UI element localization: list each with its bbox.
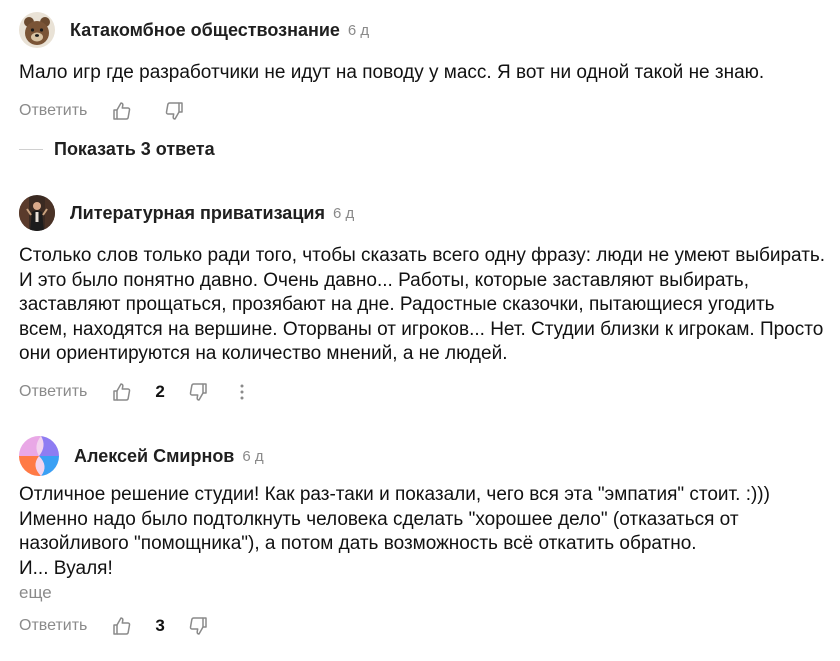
comment-text-line: И... Вуаля! [19, 557, 113, 579]
reply-button[interactable]: Ответить [19, 102, 87, 120]
comment-actions: Ответить 3 [19, 613, 826, 639]
like-count: 3 [155, 616, 165, 635]
comment-3: Алексей Смирнов 6 д Отличное решение сту… [19, 436, 826, 639]
divider [19, 148, 43, 150]
comment-actions: Ответить 2 [19, 379, 826, 405]
show-replies: Показать 3 ответа [19, 137, 215, 161]
like-count: 2 [155, 381, 165, 401]
abstract-shapes-avatar-icon[interactable] [19, 436, 59, 476]
comment-text: Отличное решение студии! Как раз-таки и … [19, 483, 826, 581]
comment-actions: Ответить [19, 98, 826, 124]
comment-time: 6 д [332, 204, 355, 222]
comment-text-line: Отличное решение студии! Как раз-таки и … [19, 484, 770, 505]
author-name[interactable]: Катакомбное обществознание [70, 20, 340, 41]
comment-header: Катакомбное обществознание 6 д [19, 12, 826, 48]
comment-2: Литературная приватизация 6 д Столько сл… [19, 195, 826, 405]
person-photo-avatar-icon[interactable] [19, 195, 55, 231]
reply-button[interactable]: Ответить [19, 383, 87, 401]
like-icon[interactable] [111, 100, 133, 122]
dislike-icon[interactable] [163, 100, 185, 122]
comment-1: Катакомбное обществознание 6 д Мало игр … [19, 12, 826, 124]
author-name[interactable]: Алексей Смирнов [74, 446, 234, 467]
bear-avatar-icon[interactable] [19, 12, 55, 48]
reply-button[interactable]: Ответить [19, 617, 87, 635]
comment-time: 6 д [347, 21, 370, 39]
comment-time: 6 д [242, 447, 264, 465]
dislike-icon[interactable] [187, 381, 209, 403]
show-more-link[interactable]: еще [19, 583, 826, 603]
show-replies-button[interactable]: Показать 3 ответа [54, 139, 215, 160]
more-options-icon[interactable] [235, 381, 249, 403]
comment-header: Литературная приватизация 6 д [19, 195, 826, 231]
like-icon[interactable] [111, 615, 133, 637]
author-name[interactable]: Литературная приватизация [70, 203, 325, 224]
comment-text-line: Именно надо было подтолкнуть человека сд… [19, 508, 739, 555]
comment-text: Столько слов только ради того, чтобы ска… [19, 245, 826, 364]
comment-text: Мало игр где разработчики не идут на пов… [19, 62, 765, 83]
comment-header: Алексей Смирнов 6 д [19, 436, 826, 476]
like-icon[interactable] [111, 381, 133, 403]
dislike-icon[interactable] [187, 615, 209, 637]
